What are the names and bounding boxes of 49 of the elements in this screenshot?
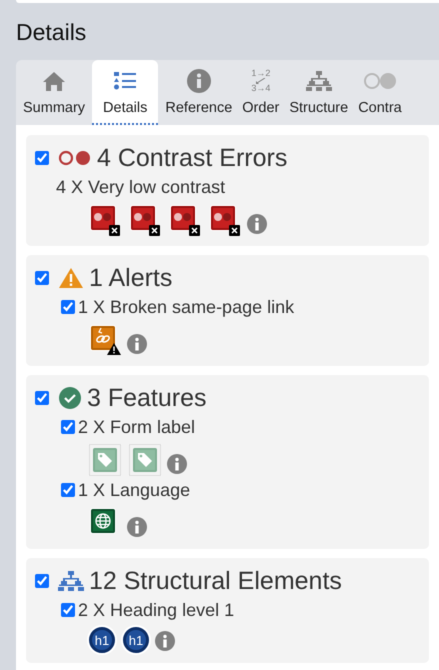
tab[interactable]: Reference: [162, 60, 236, 125]
warning-icon: [58, 267, 84, 289]
circles-icon: [362, 70, 397, 92]
page-heading: Details: [16, 18, 88, 47]
broken-link-icon[interactable]: [89, 324, 121, 356]
tab[interactable]: Details: [92, 60, 158, 125]
item-checkbox[interactable]: [61, 300, 75, 314]
contrast-error-icon[interactable]: [209, 204, 241, 236]
heading-badge[interactable]: h1: [89, 627, 115, 653]
category-checkbox[interactable]: [35, 151, 49, 165]
hierarchy-icon: [58, 570, 84, 592]
order-icon: 1→2 3→4: [251, 69, 270, 93]
hierarchy-icon: [306, 70, 332, 92]
tab[interactable]: Structure: [286, 60, 352, 125]
arrow-icon: [254, 78, 268, 84]
item-label: 2 X Form label: [78, 416, 196, 438]
category-checkbox[interactable]: [35, 271, 49, 285]
contrast-error-icon[interactable]: [89, 204, 121, 236]
tab[interactable]: Summary: [20, 60, 88, 125]
category-title: 12 Structural Elements: [89, 566, 342, 596]
item-label: 4 X Very low contrast: [56, 176, 226, 198]
contrast-error-icon[interactable]: [169, 204, 201, 236]
item-checkbox[interactable]: [61, 483, 75, 497]
category-title: 1 Alerts: [89, 263, 172, 293]
item-label: 2 X Heading level 1: [78, 599, 234, 621]
list-icon: [112, 70, 138, 92]
info-icon: [186, 68, 212, 94]
info-icon: [127, 334, 147, 354]
info-icon: [167, 454, 187, 474]
tab[interactable]: 1→2 3→4 Order: [239, 60, 282, 125]
heading-badge[interactable]: h1: [123, 627, 149, 653]
item-label: 1 X Language: [78, 479, 190, 501]
category-checkbox[interactable]: [35, 574, 49, 588]
info-icon: [155, 631, 175, 651]
category-title: 3 Features: [87, 383, 207, 413]
house-icon: [41, 70, 68, 92]
circles-icon: [58, 149, 92, 167]
contrast-error-icon[interactable]: [129, 204, 161, 236]
check-circle-icon: [58, 386, 82, 410]
item-checkbox[interactable]: [61, 603, 75, 617]
tag-icon[interactable]: [89, 444, 121, 476]
category-title: 4 Contrast Errors: [97, 143, 288, 173]
item-checkbox[interactable]: [61, 420, 75, 434]
info-icon: [247, 214, 267, 234]
category-checkbox[interactable]: [35, 391, 49, 405]
tab[interactable]: Contra: [355, 60, 405, 125]
item-label: 1 X Broken same-page link: [78, 296, 294, 318]
info-icon: [127, 517, 147, 537]
tag-icon[interactable]: [129, 444, 161, 476]
